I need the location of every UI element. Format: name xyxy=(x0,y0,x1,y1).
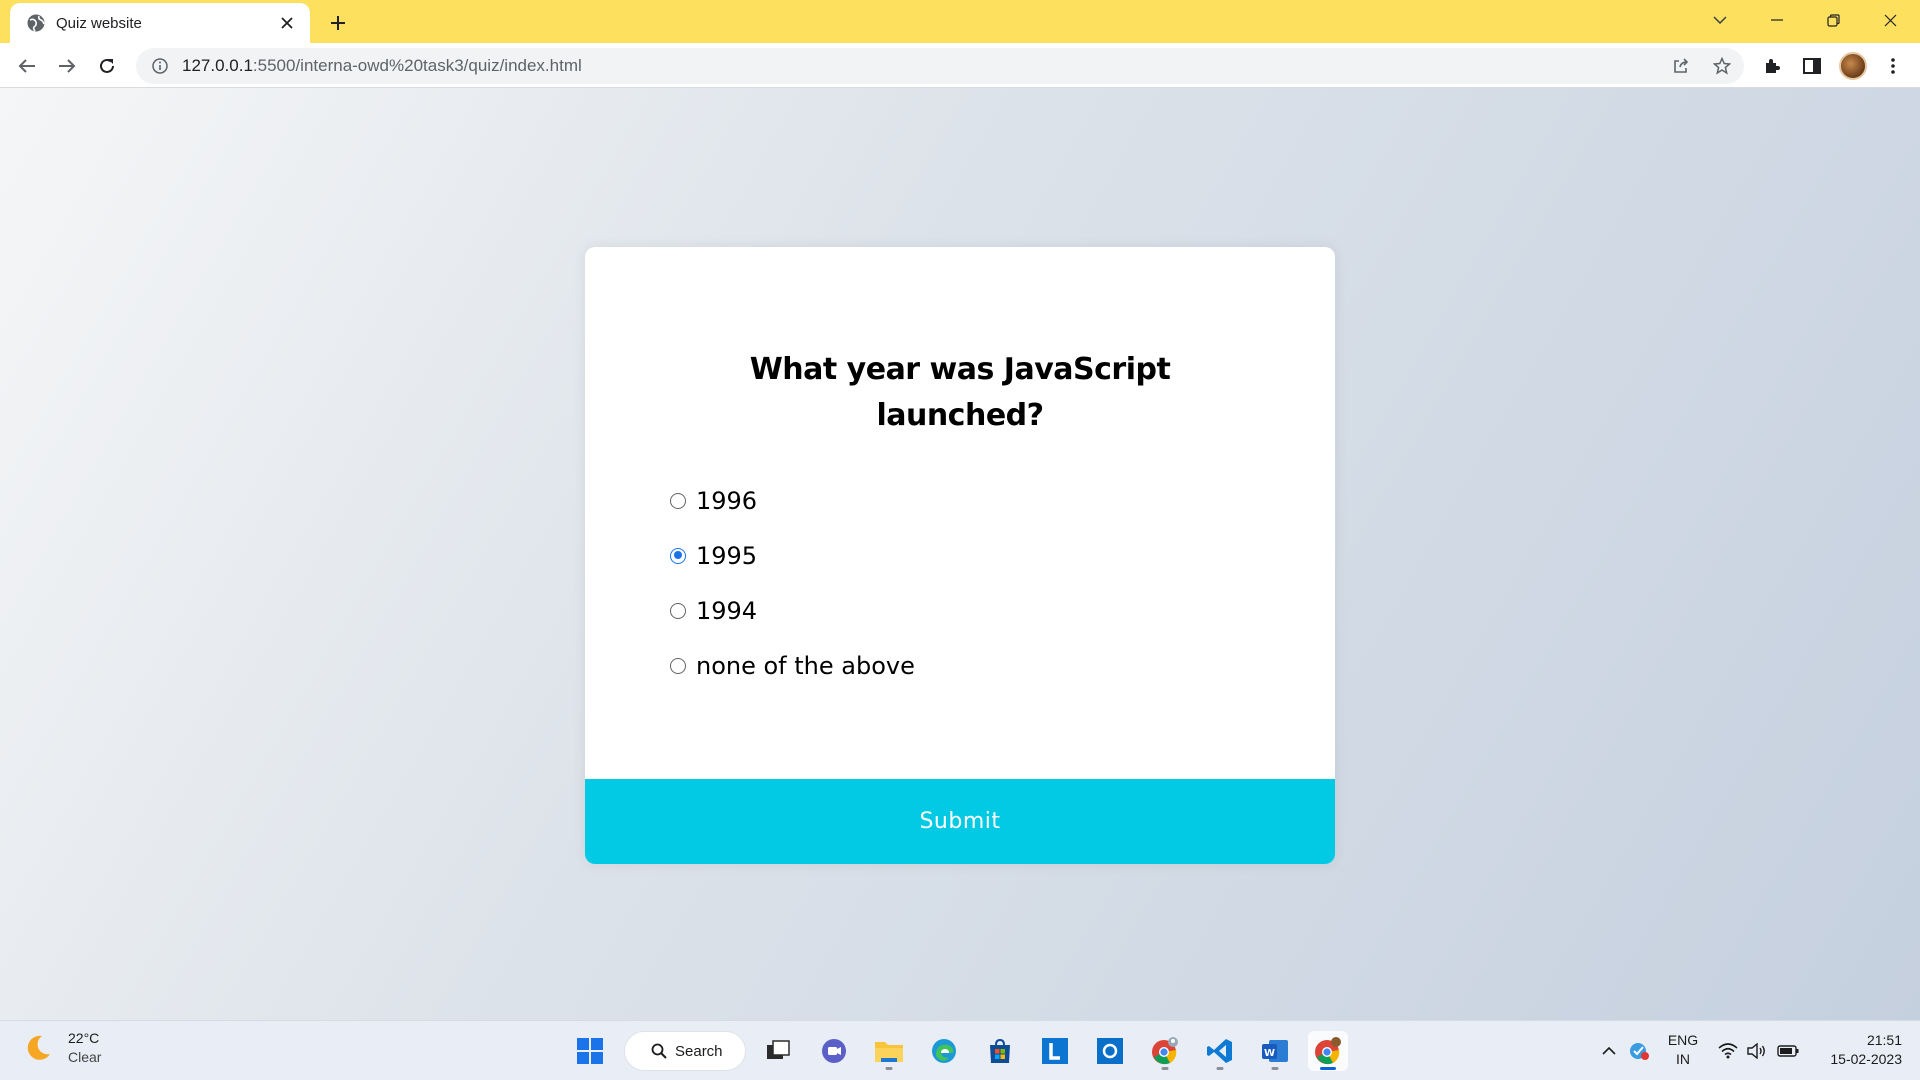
taskbar: 22°C Clear Search W ENG IN 21:51 15-02-2… xyxy=(0,1020,1920,1080)
moon-icon xyxy=(27,1035,50,1060)
minimize-icon[interactable] xyxy=(1757,4,1797,36)
radio-button-selected[interactable] xyxy=(670,547,686,564)
back-arrow-icon[interactable] xyxy=(11,50,43,82)
new-tab-button[interactable] xyxy=(324,9,352,37)
active-indicator xyxy=(1320,1067,1336,1070)
answer-label[interactable]: 1996 xyxy=(696,487,757,515)
defender-icon[interactable] xyxy=(1627,1039,1651,1063)
more-menu-icon[interactable] xyxy=(1877,50,1909,82)
tab-strip: Quiz website xyxy=(0,0,1920,43)
side-panel-icon[interactable] xyxy=(1796,50,1828,82)
teams-icon[interactable] xyxy=(814,1031,854,1071)
url-host: 127.0.0.1 xyxy=(182,56,253,75)
radio-button[interactable] xyxy=(670,657,686,674)
url-text: 127.0.0.1:5500/interna-owd%20task3/quiz/… xyxy=(182,56,582,76)
start-icon[interactable] xyxy=(570,1031,610,1071)
extensions-puzzle-icon[interactable] xyxy=(1756,50,1788,82)
answer-option-1994[interactable]: 1994 xyxy=(670,583,915,638)
question-heading: What year was JavaScript launched? xyxy=(749,352,1171,433)
taskbar-search[interactable]: Search xyxy=(624,1031,746,1071)
weather-description: Clear xyxy=(68,1049,102,1065)
region-code: IN xyxy=(1676,1051,1690,1067)
language-indicator[interactable]: ENG IN xyxy=(1664,1031,1702,1069)
site-info-icon[interactable] xyxy=(150,56,170,76)
running-indicator xyxy=(1271,1067,1279,1070)
edge-icon[interactable] xyxy=(924,1031,964,1071)
file-explorer-icon[interactable] xyxy=(869,1031,909,1071)
share-icon[interactable] xyxy=(1666,51,1696,81)
reload-icon[interactable] xyxy=(91,50,123,82)
vscode-icon[interactable] xyxy=(1200,1031,1240,1071)
radio-button[interactable] xyxy=(670,602,686,619)
chrome-icon[interactable] xyxy=(1308,1031,1348,1071)
search-label: Search xyxy=(675,1042,723,1060)
blue-app-icon[interactable] xyxy=(1090,1031,1130,1071)
globe-icon xyxy=(27,14,45,32)
close-window-icon[interactable] xyxy=(1870,4,1910,36)
show-hidden-icons-chevron-icon[interactable] xyxy=(1597,1039,1621,1063)
chrome-profile-icon[interactable] xyxy=(1145,1031,1185,1071)
answer-label[interactable]: 1994 xyxy=(696,597,757,625)
search-icon xyxy=(651,1043,667,1059)
svg-text:W: W xyxy=(1264,1048,1275,1059)
answer-option-1995[interactable]: 1995 xyxy=(670,528,915,583)
answer-label[interactable]: 1995 xyxy=(696,542,757,570)
weather-widget[interactable]: 22°C Clear xyxy=(22,1029,101,1067)
answer-option-none[interactable]: none of the above xyxy=(670,638,915,693)
forward-arrow-icon[interactable] xyxy=(51,50,83,82)
running-indicator xyxy=(1161,1067,1169,1070)
answer-option-1996[interactable]: 1996 xyxy=(670,473,915,528)
running-indicator xyxy=(1216,1067,1224,1070)
submit-button[interactable]: Submit xyxy=(585,779,1335,864)
page-viewport: What year was JavaScript launched? 1996 … xyxy=(0,88,1920,1020)
weather-temperature: 22°C xyxy=(68,1030,100,1046)
answer-label[interactable]: none of the above xyxy=(696,652,915,680)
clock-time: 21:51 xyxy=(1866,1032,1902,1048)
volume-icon[interactable] xyxy=(1745,1039,1769,1063)
word-icon[interactable]: W xyxy=(1255,1031,1295,1071)
quiz-card: What year was JavaScript launched? 1996 … xyxy=(585,247,1335,864)
url-path: :5500/interna-owd%20task3/quiz/index.htm… xyxy=(252,56,582,75)
wifi-icon[interactable] xyxy=(1716,1039,1740,1063)
tab-search-chevron-icon[interactable] xyxy=(1700,4,1740,36)
clock-date: 15-02-2023 xyxy=(1830,1051,1902,1067)
battery-icon[interactable] xyxy=(1776,1039,1800,1063)
answer-list: 1996 1995 1994 none of the above xyxy=(670,473,915,693)
address-bar[interactable]: 127.0.0.1:5500/interna-owd%20task3/quiz/… xyxy=(136,48,1744,84)
l-app-icon[interactable] xyxy=(1035,1031,1075,1071)
close-tab-icon[interactable] xyxy=(276,12,298,34)
radio-button[interactable] xyxy=(670,492,686,509)
browser-tab[interactable]: Quiz website xyxy=(10,3,310,43)
task-view-icon[interactable] xyxy=(758,1031,798,1071)
language-code: ENG xyxy=(1667,1032,1699,1048)
clock[interactable]: 21:51 15-02-2023 xyxy=(1810,1031,1902,1069)
profile-avatar[interactable] xyxy=(1839,52,1867,80)
running-indicator xyxy=(885,1067,893,1070)
browser-toolbar: 127.0.0.1:5500/interna-owd%20task3/quiz/… xyxy=(0,43,1920,88)
restore-icon[interactable] xyxy=(1813,4,1853,36)
tab-title: Quiz website xyxy=(56,14,142,32)
bookmark-star-icon[interactable] xyxy=(1707,51,1737,81)
store-icon[interactable] xyxy=(980,1031,1020,1071)
